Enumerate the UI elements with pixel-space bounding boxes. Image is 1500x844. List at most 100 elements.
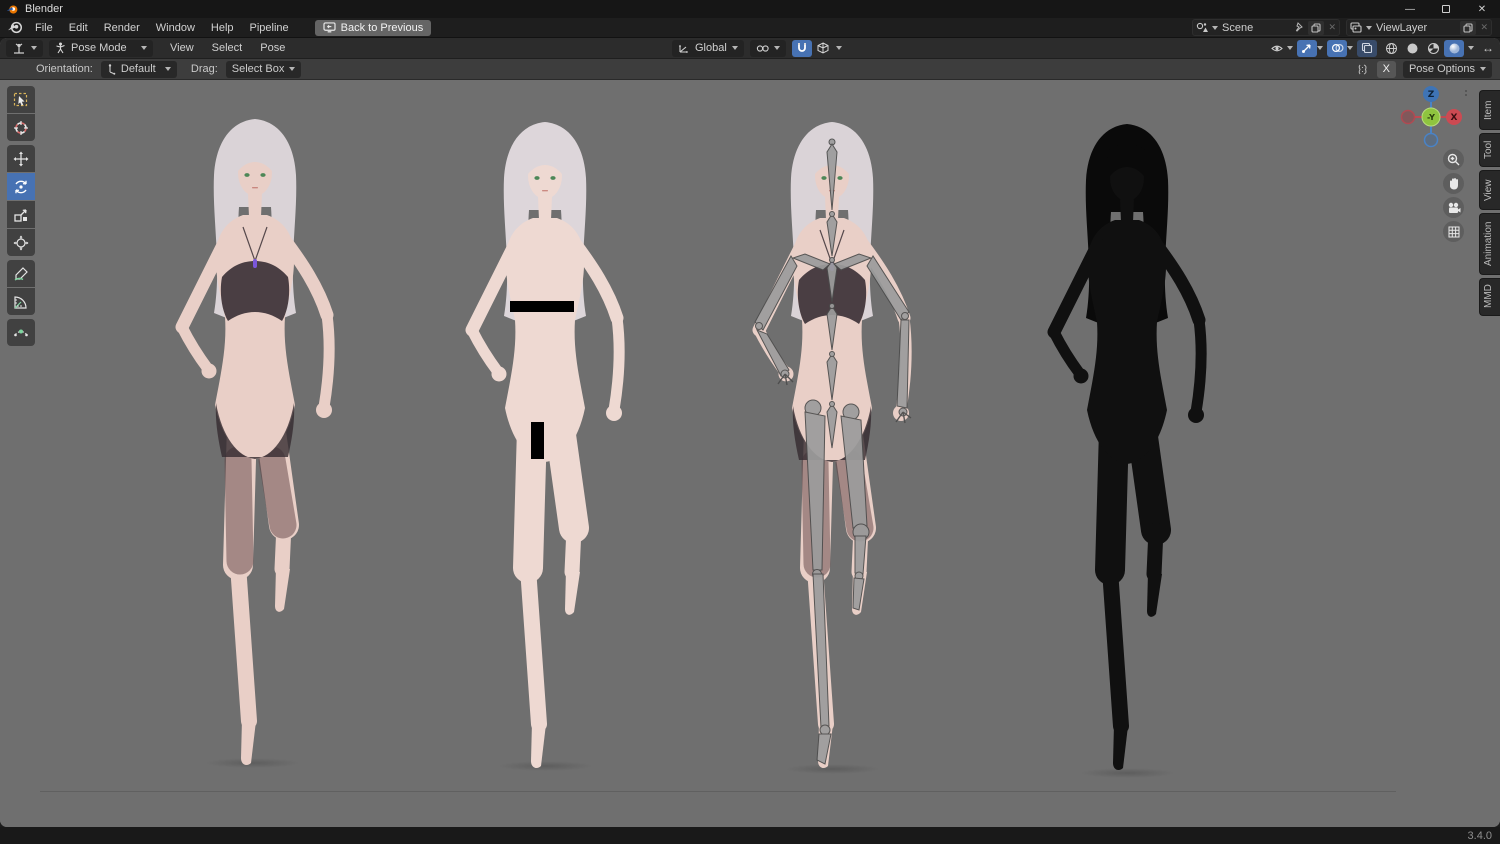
menu-edit[interactable]: Edit: [61, 20, 96, 36]
magnet-icon: [797, 43, 806, 52]
unlink-scene-button[interactable]: ✕: [1328, 22, 1336, 33]
rendered-sphere-icon: [1449, 43, 1459, 53]
annotate-icon: [14, 266, 28, 281]
camera-icon: [1448, 202, 1460, 213]
tool-pose-breakdowner[interactable]: [7, 319, 35, 346]
shading-chevron-icon: [1468, 46, 1474, 50]
hand-icon: [1450, 178, 1458, 190]
tool-select-box[interactable]: [7, 86, 35, 113]
gizmo-axis-negx[interactable]: [1400, 109, 1416, 125]
tool-measure[interactable]: [7, 288, 35, 315]
mode-label: Pose Mode: [71, 42, 127, 54]
pin-icon[interactable]: [1294, 22, 1304, 33]
tool-rotate[interactable]: [7, 173, 35, 200]
scene-models: [182, 119, 1204, 771]
minimize-button[interactable]: —: [1392, 0, 1428, 18]
drag-setting-label: Drag:: [190, 63, 218, 75]
tab-item[interactable]: Item: [1479, 90, 1500, 130]
show-object-types-button[interactable]: [1267, 40, 1287, 57]
zoom-button[interactable]: [1443, 149, 1464, 170]
orientation-setting-dropdown[interactable]: Default: [100, 60, 177, 78]
tool-scale[interactable]: [7, 201, 35, 228]
pivot-point-selector[interactable]: [749, 39, 786, 57]
overlays-chevron-icon: [1347, 46, 1353, 50]
model-figure-textured-censored[interactable]: [472, 122, 622, 769]
tab-view[interactable]: View: [1479, 170, 1500, 210]
back-to-previous-label: Back to Previous: [340, 21, 424, 34]
scene-chevron-icon: [1212, 25, 1218, 30]
editor-type-selector[interactable]: [6, 39, 43, 57]
transform-orientation-selector[interactable]: Global: [672, 39, 744, 57]
scene-selector[interactable]: Scene ✕: [1192, 19, 1340, 36]
window-title: Blender: [25, 3, 63, 15]
measure-icon: [14, 295, 27, 309]
back-to-previous-button[interactable]: Back to Previous: [314, 19, 432, 36]
view-layer-selector[interactable]: ViewLayer ✕: [1346, 19, 1492, 36]
mode-selector[interactable]: Pose Mode: [49, 39, 153, 57]
menu-view[interactable]: View: [161, 42, 203, 54]
snap-target-selector[interactable]: [813, 40, 833, 57]
tab-animation[interactable]: Animation: [1479, 213, 1500, 275]
menu-render[interactable]: Render: [96, 20, 148, 36]
pivot-point-icon: [756, 44, 769, 52]
menu-select[interactable]: Select: [203, 42, 252, 54]
menu-window[interactable]: Window: [148, 20, 203, 36]
censor-bar-vertical: [531, 422, 544, 459]
pivot-chevron-icon: [773, 46, 780, 50]
tool-cursor[interactable]: [7, 114, 35, 141]
tool-move[interactable]: [7, 145, 35, 172]
new-scene-button[interactable]: [1308, 20, 1325, 35]
shading-material-button[interactable]: [1423, 40, 1443, 57]
tool-transform[interactable]: [7, 229, 35, 256]
shading-rendered-button[interactable]: [1444, 39, 1464, 57]
clear-button[interactable]: X: [1376, 60, 1396, 78]
model-figure-wireframe[interactable]: [1054, 124, 1204, 771]
material-sphere-icon: [1427, 42, 1439, 54]
gizmo-icon: [1302, 44, 1311, 53]
gizmo-z-label: Z: [1428, 90, 1435, 100]
navigation-gizmo[interactable]: Z X -Y: [1398, 84, 1464, 150]
xray-toggle[interactable]: [1357, 39, 1377, 57]
shading-solid-button[interactable]: [1402, 40, 1422, 57]
drag-setting-chevron-icon: [289, 67, 296, 71]
tab-mmd[interactable]: MMD: [1479, 278, 1500, 316]
menu-pipeline[interactable]: Pipeline: [242, 20, 297, 36]
3d-cursor-icon: [14, 120, 28, 135]
shading-wireframe-button[interactable]: [1381, 40, 1401, 57]
menu-pose[interactable]: Pose: [251, 42, 294, 54]
close-button[interactable]: ✕: [1464, 0, 1500, 18]
rotate-icon: [15, 180, 27, 193]
remove-view-layer-button[interactable]: ✕: [1480, 22, 1488, 33]
version-label: 3.4.0: [1467, 829, 1492, 842]
title-bar: Blender — ✕: [0, 0, 1500, 18]
duplicate-icon: [1463, 22, 1474, 33]
drag-setting-dropdown[interactable]: Select Box: [225, 60, 302, 78]
show-gizmo-toggle[interactable]: [1297, 39, 1317, 57]
snap-toggle[interactable]: [791, 39, 812, 57]
scene-name: Scene: [1222, 21, 1254, 34]
pan-button[interactable]: [1443, 173, 1464, 194]
grid-icon: [1448, 226, 1459, 237]
show-overlays-toggle[interactable]: [1327, 39, 1347, 57]
model-figure-textured-clothed[interactable]: [182, 119, 332, 766]
new-view-layer-button[interactable]: [1460, 20, 1477, 35]
orientation-setting-label: Orientation:: [36, 63, 93, 75]
toggle-grid-button[interactable]: [1443, 221, 1464, 242]
menu-file[interactable]: File: [27, 20, 61, 36]
sidebar-tabs: Item Tool View Animation MMD: [1479, 90, 1500, 316]
maximize-button[interactable]: [1428, 0, 1464, 18]
move-icon: [13, 151, 29, 166]
tool-annotate[interactable]: [7, 260, 35, 287]
pose-options-dropdown[interactable]: Pose Options: [1402, 60, 1492, 78]
menu-help[interactable]: Help: [203, 20, 242, 36]
view-layer-chevron-icon: [1366, 25, 1372, 30]
gizmo-axis-negz[interactable]: [1423, 132, 1439, 148]
status-bar: 3.4.0: [0, 827, 1500, 844]
camera-view-button[interactable]: [1443, 197, 1464, 218]
swap-regions-icon[interactable]: ↔: [1482, 41, 1494, 55]
3d-viewport-canvas[interactable]: Z X -Y Item Tool View Animation MMD: [0, 80, 1500, 827]
editor-type-chevron-icon: [31, 46, 37, 50]
tab-tool[interactable]: Tool: [1479, 133, 1500, 167]
pose-breakdowner-icon: [14, 329, 28, 336]
orientation-axes-icon: [679, 44, 688, 53]
